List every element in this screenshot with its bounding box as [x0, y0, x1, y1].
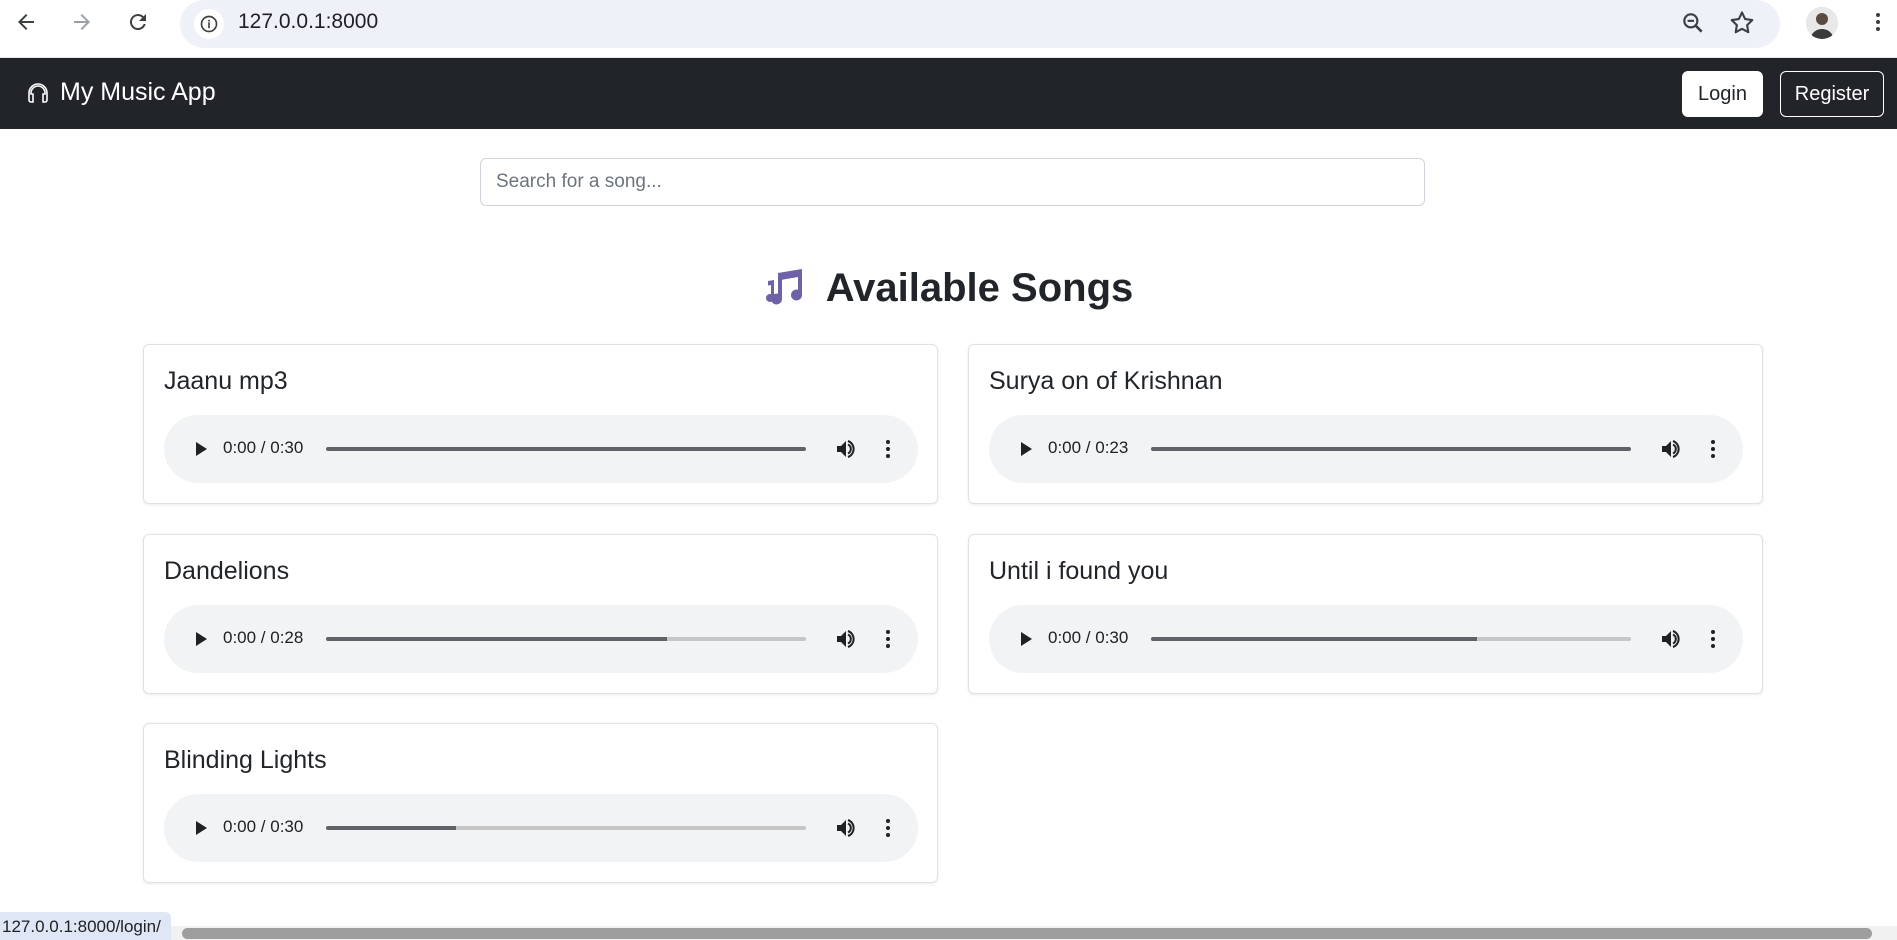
song-card: Dandelions 0:00 / 0:28	[143, 534, 938, 694]
status-link-preview: 127.0.0.1:8000/login/	[0, 912, 171, 940]
seek-progress	[1151, 637, 1478, 641]
reload-icon	[129, 14, 146, 31]
arrow-right-icon	[74, 14, 90, 30]
play-icon[interactable]	[1013, 437, 1037, 461]
volume-icon[interactable]	[834, 437, 858, 461]
section-heading: Available Songs	[0, 266, 1897, 311]
page-title: Available Songs	[825, 266, 1134, 310]
app-navbar: My Music App Login Register	[0, 58, 1897, 129]
volume-icon[interactable]	[834, 816, 858, 840]
zoom-icon[interactable]	[1680, 10, 1706, 41]
time-display: 0:00 / 0:23	[1048, 438, 1129, 457]
more-options-icon[interactable]	[876, 816, 900, 840]
site-info-icon[interactable]	[194, 9, 224, 39]
audio-player: 0:00 / 0:30	[989, 605, 1743, 673]
time-display: 0:00 / 0:30	[223, 817, 304, 836]
horizontal-scrollbar[interactable]	[0, 926, 1897, 940]
music-notes-icon	[765, 268, 802, 304]
song-card: Blinding Lights 0:00 / 0:30	[143, 723, 938, 883]
scrollbar-thumb[interactable]	[182, 928, 1872, 939]
arrow-left-icon	[18, 14, 34, 30]
seek-progress	[326, 826, 456, 830]
audio-player: 0:00 / 0:30	[164, 794, 918, 862]
headphones-icon	[28, 82, 48, 103]
audio-player: 0:00 / 0:23	[989, 415, 1743, 483]
song-title: Dandelions	[164, 557, 290, 585]
play-icon[interactable]	[188, 627, 212, 651]
song-title: Jaanu mp3	[164, 367, 288, 395]
seek-slider[interactable]	[326, 447, 806, 451]
seek-slider[interactable]	[326, 826, 806, 830]
register-button[interactable]: Register	[1780, 71, 1884, 117]
url-text[interactable]: 127.0.0.1:8000	[238, 10, 378, 34]
more-options-icon[interactable]	[876, 437, 900, 461]
brand-text: My Music App	[60, 78, 216, 106]
more-options-icon[interactable]	[1701, 627, 1725, 651]
seek-progress	[326, 637, 667, 641]
volume-icon[interactable]	[834, 627, 858, 651]
reload-button[interactable]	[122, 6, 154, 38]
login-button[interactable]: Login	[1682, 71, 1763, 117]
address-bar[interactable]: 127.0.0.1:8000	[180, 0, 1780, 48]
seek-progress	[326, 447, 806, 451]
brand-link[interactable]: My Music App	[26, 78, 216, 107]
browser-toolbar: 127.0.0.1:8000	[0, 0, 1897, 58]
more-options-icon[interactable]	[876, 627, 900, 651]
song-card: Until i found you 0:00 / 0:30	[968, 534, 1763, 694]
volume-icon[interactable]	[1659, 627, 1683, 651]
seek-slider[interactable]	[326, 637, 806, 641]
song-title: Blinding Lights	[164, 746, 327, 774]
seek-progress	[1151, 447, 1631, 451]
song-title: Surya on of Krishnan	[989, 367, 1223, 395]
song-title: Until i found you	[989, 557, 1169, 585]
time-display: 0:00 / 0:28	[223, 628, 304, 647]
play-icon[interactable]	[188, 437, 212, 461]
song-card: Surya on of Krishnan 0:00 / 0:23	[968, 344, 1763, 504]
volume-icon[interactable]	[1659, 437, 1683, 461]
time-display: 0:00 / 0:30	[1048, 628, 1129, 647]
audio-player: 0:00 / 0:30	[164, 415, 918, 483]
browser-menu-icon[interactable]	[1866, 8, 1890, 41]
seek-slider[interactable]	[1151, 637, 1631, 641]
play-icon[interactable]	[188, 816, 212, 840]
bookmark-star-icon[interactable]	[1728, 9, 1756, 42]
time-display: 0:00 / 0:30	[223, 438, 304, 457]
audio-player: 0:00 / 0:28	[164, 605, 918, 673]
forward-button[interactable]	[66, 6, 98, 38]
back-button[interactable]	[10, 6, 42, 38]
seek-slider[interactable]	[1151, 447, 1631, 451]
song-card: Jaanu mp3 0:00 / 0:30	[143, 344, 938, 504]
search-input[interactable]	[480, 158, 1425, 206]
profile-avatar[interactable]	[1806, 7, 1838, 39]
more-options-icon[interactable]	[1701, 437, 1725, 461]
play-icon[interactable]	[1013, 627, 1037, 651]
